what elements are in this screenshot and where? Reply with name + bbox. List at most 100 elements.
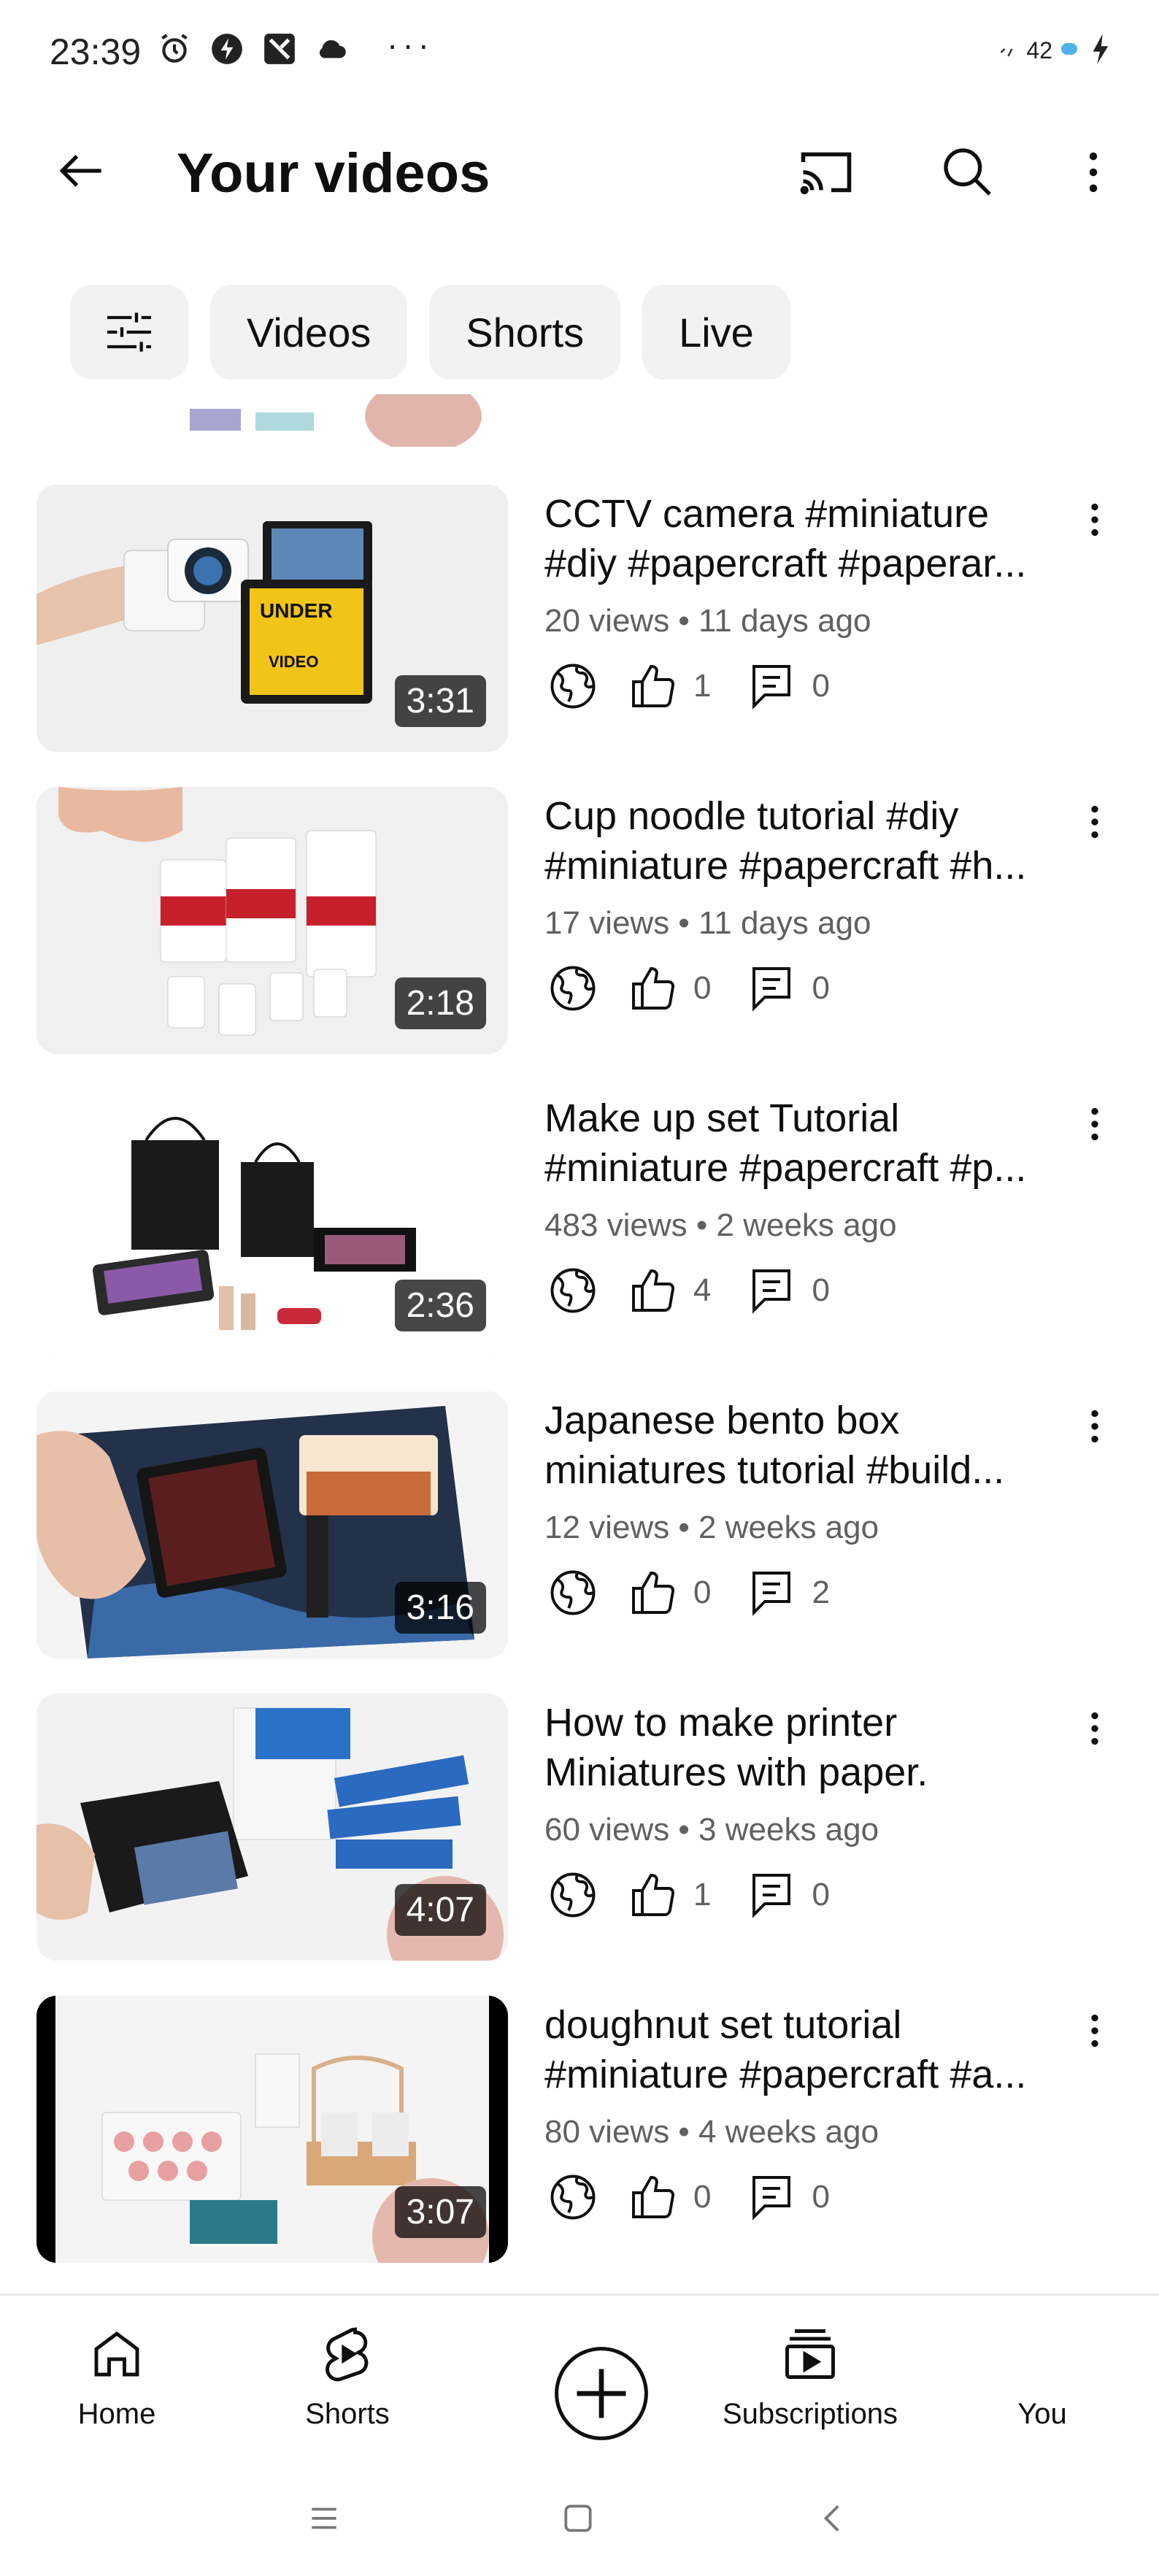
battery-level: 42 xyxy=(1026,37,1052,64)
menu-icon xyxy=(312,2507,336,2529)
video-title-line: #miniature #papercraft #h... xyxy=(544,844,1027,888)
comment-icon xyxy=(743,1866,800,1923)
video-meta: 17 views • 11 days ago xyxy=(544,905,871,941)
video-title-line: CCTV camera #miniature xyxy=(544,492,990,536)
nav-home[interactable]: Home xyxy=(0,2318,234,2431)
page-title: Your videos xyxy=(177,142,490,204)
subscriptions-icon xyxy=(779,2318,841,2391)
duration-badge: 2:36 xyxy=(394,1280,486,1331)
create-button[interactable] xyxy=(530,2322,673,2465)
video-stats: 0 0 xyxy=(544,2168,862,2226)
public-globe-icon xyxy=(544,2169,601,2226)
video-title[interactable]: Make up set Tutorial #miniature #papercr… xyxy=(544,1093,1070,1193)
comment-count: 0 xyxy=(812,1877,830,1912)
video-thumbnail[interactable]: 4:07 xyxy=(36,1693,508,1961)
video-stats: 1 0 xyxy=(544,1866,862,1924)
video-options-button[interactable] xyxy=(1066,793,1124,851)
chip-shorts[interactable]: Shorts xyxy=(429,285,621,380)
nav-subscriptions[interactable]: Subscriptions xyxy=(693,2318,927,2431)
app-notification-icon xyxy=(260,29,299,69)
partial-video-thumbnail[interactable] xyxy=(36,394,508,447)
charging-icon xyxy=(1089,32,1111,69)
video-thumbnail[interactable]: 3:16 xyxy=(36,1391,508,1658)
search-button[interactable] xyxy=(933,137,1003,207)
duration-badge: 3:31 xyxy=(394,675,486,727)
video-thumbnail[interactable]: 2:36 xyxy=(36,1089,508,1356)
video-title[interactable]: CCTV camera #miniature #diy #papercraft … xyxy=(544,489,1070,588)
comment-count: 0 xyxy=(812,1272,830,1308)
video-stats: 1 0 xyxy=(544,657,862,715)
svg-text:VIDEO: VIDEO xyxy=(269,653,318,671)
comment-icon xyxy=(743,1262,800,1319)
video-options-button[interactable] xyxy=(1066,1397,1124,1456)
video-title-line: #miniature #papercraft #p... xyxy=(544,1146,1027,1190)
like-count: 0 xyxy=(693,2179,712,2215)
video-title[interactable]: How to make printer Miniatures with pape… xyxy=(544,1698,1070,1797)
more-vertical-icon xyxy=(1091,1107,1098,1141)
cast-button[interactable] xyxy=(791,137,861,207)
home-icon xyxy=(86,2318,147,2391)
nav-shorts[interactable]: Shorts xyxy=(231,2318,464,2431)
video-list: UNDER VIDEO 3:31 CCTV camera #miniature … xyxy=(0,394,1159,2292)
video-title[interactable]: doughnut set tutorial #miniature #paperc… xyxy=(544,2000,1070,2099)
duration-badge: 3:07 xyxy=(394,2186,486,2238)
video-options-button[interactable] xyxy=(1066,1095,1124,1153)
square-icon xyxy=(564,2504,592,2532)
back-system-button[interactable] xyxy=(804,2489,863,2548)
speed-icon xyxy=(207,29,247,69)
video-title[interactable]: Japanese bento box miniatures tutorial #… xyxy=(544,1396,1070,1495)
filter-settings-chip[interactable] xyxy=(70,285,188,380)
nav-label: You xyxy=(1017,2398,1067,2430)
thumbnail-image xyxy=(36,394,508,447)
video-row[interactable]: 3:07 doughnut set tutorial #miniature #p… xyxy=(0,1996,1159,2263)
video-row[interactable]: 2:36 Make up set Tutorial #miniature #pa… xyxy=(0,1089,1159,1356)
more-options-button[interactable] xyxy=(1058,137,1128,207)
bottom-navigation: Home Shorts Subscriptions You xyxy=(0,2294,1159,2461)
svg-text:UNDER: UNDER xyxy=(260,599,333,622)
chevron-left-icon xyxy=(823,2505,839,2531)
video-title[interactable]: Cup noodle tutorial #diy #miniature #pap… xyxy=(544,791,1070,891)
video-row[interactable]: UNDER VIDEO 3:31 CCTV camera #miniature … xyxy=(0,485,1159,752)
app-bar: Your videos xyxy=(0,117,1159,219)
video-meta: 80 views • 4 weeks ago xyxy=(544,2114,879,2150)
status-bar: 23:39 ··· 42 xyxy=(0,0,1159,102)
video-title-line: Miniatures with paper. xyxy=(544,1750,928,1794)
chip-live[interactable]: Live xyxy=(642,285,790,380)
recent-apps-button[interactable] xyxy=(295,2489,353,2548)
video-options-button[interactable] xyxy=(1066,491,1124,549)
video-meta: 483 views • 2 weeks ago xyxy=(544,1207,897,1243)
duration-badge: 2:18 xyxy=(394,977,486,1029)
back-button[interactable] xyxy=(48,137,115,204)
comment-icon xyxy=(743,960,800,1017)
more-vertical-icon xyxy=(1091,805,1098,839)
video-row[interactable]: 3:16 Japanese bento box miniatures tutor… xyxy=(0,1391,1159,1658)
video-title-line: #diy #papercraft #paperar... xyxy=(544,542,1027,585)
battery-icon xyxy=(1061,41,1080,61)
more-vertical-icon xyxy=(1089,152,1098,193)
comment-icon xyxy=(743,1564,800,1621)
chip-videos[interactable]: Videos xyxy=(210,285,408,380)
video-row[interactable]: 4:07 How to make printer Miniatures with… xyxy=(0,1693,1159,1961)
like-icon xyxy=(625,960,682,1017)
video-meta: 12 views • 2 weeks ago xyxy=(544,1510,879,1545)
video-options-button[interactable] xyxy=(1066,2002,1124,2060)
arrow-left-icon xyxy=(59,155,101,187)
video-thumbnail[interactable]: UNDER VIDEO 3:31 xyxy=(36,485,508,752)
video-title-line: How to make printer xyxy=(544,1701,898,1745)
video-thumbnail[interactable]: 2:18 xyxy=(36,787,508,1054)
duration-badge: 4:07 xyxy=(394,1884,486,1936)
public-globe-icon xyxy=(544,1866,601,1923)
like-icon xyxy=(625,1262,682,1319)
video-options-button[interactable] xyxy=(1066,1699,1124,1758)
like-count: 1 xyxy=(693,668,712,704)
like-icon xyxy=(625,658,682,715)
video-title-line: Make up set Tutorial xyxy=(544,1096,900,1140)
more-vertical-icon xyxy=(1091,1410,1098,1443)
video-thumbnail[interactable]: 3:07 xyxy=(36,1996,508,2263)
nav-you[interactable]: You xyxy=(925,2318,1159,2431)
comment-icon xyxy=(743,2169,800,2226)
comment-count: 0 xyxy=(812,668,830,704)
like-count: 0 xyxy=(693,1575,712,1610)
video-row[interactable]: 2:18 Cup noodle tutorial #diy #miniature… xyxy=(0,787,1159,1054)
home-system-button[interactable] xyxy=(549,2489,607,2548)
